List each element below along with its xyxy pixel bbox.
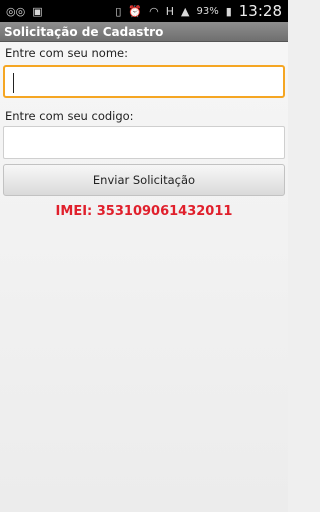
app-title: Solicitação de Cadastro bbox=[0, 22, 288, 42]
battery-icon: ▮ bbox=[225, 4, 232, 18]
wifi-icon: ◠ bbox=[149, 4, 159, 18]
imei-text: IMEI: 353109061432011 bbox=[55, 204, 233, 219]
status-bar: ◎◎ ▣ ▯ ⏰ ◠ H ▲ 93% ▮ 13:28 bbox=[0, 0, 288, 22]
image-icon: ▣ bbox=[32, 4, 43, 18]
voicemail-icon: ◎◎ bbox=[6, 4, 26, 18]
signal-icon: ▲ bbox=[181, 4, 190, 18]
form-content: Entre com seu nome: Entre com seu codigo… bbox=[0, 42, 288, 512]
battery-percent: 93% bbox=[196, 5, 219, 17]
alarm-icon: ⏰ bbox=[128, 4, 143, 18]
name-input[interactable] bbox=[3, 65, 285, 98]
name-label: Entre com seu nome: bbox=[5, 46, 128, 60]
code-input[interactable] bbox=[3, 126, 285, 159]
text-cursor bbox=[13, 73, 14, 93]
vibrate-icon: ▯ bbox=[115, 4, 122, 18]
submit-button[interactable]: Enviar Solicitação bbox=[3, 164, 285, 196]
clock: 13:28 bbox=[238, 2, 282, 20]
data-h-icon: H bbox=[165, 4, 174, 18]
code-label: Entre com seu codigo: bbox=[5, 109, 134, 123]
